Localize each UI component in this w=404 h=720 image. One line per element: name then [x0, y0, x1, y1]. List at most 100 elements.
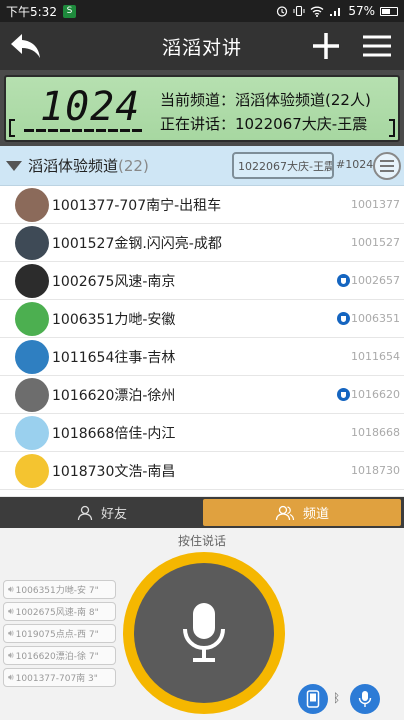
avatar	[15, 263, 49, 298]
back-arrow-icon[interactable]	[8, 30, 44, 62]
speaker-mode-button[interactable]	[298, 684, 328, 714]
shield-icon	[337, 274, 350, 287]
tab-friends[interactable]: 好友	[3, 499, 201, 526]
member-name: 1001377-707南宁-出租车	[52, 197, 222, 214]
group-icon	[275, 505, 295, 520]
voice-message-text: 1006351力哋-安 7"	[15, 586, 99, 596]
ptt-inner	[134, 563, 274, 703]
vibrate-icon	[293, 5, 305, 17]
microphone-icon	[183, 603, 225, 662]
member-row[interactable]: 1018730文浩-南昌 1018730	[0, 452, 404, 490]
battery-level	[382, 8, 390, 14]
tab-channel-label: 频道	[302, 507, 329, 522]
small-microphone-icon	[358, 691, 372, 707]
avatar	[15, 339, 49, 374]
member-id: 1002657	[351, 274, 400, 287]
bottom-tabs: 好友 频道	[0, 497, 404, 528]
sound-wave-icon: 🔊︎	[8, 584, 14, 595]
voice-message[interactable]: 🔊︎ 1001377-707南 3"	[3, 668, 116, 687]
wifi-icon	[310, 6, 324, 17]
channel-member-count: (22)	[118, 156, 149, 175]
member-row[interactable]: 1016620漂泊-徐州 1016620	[0, 376, 404, 414]
member-id: 1011654	[351, 350, 400, 363]
voice-message-text: 1002675风速-南 8"	[15, 608, 99, 618]
member-name: 1006351力哋-安徽	[52, 311, 176, 328]
mic-mode-button[interactable]	[350, 684, 380, 714]
app-notification-icon: S	[62, 4, 76, 18]
voice-message[interactable]: 🔊︎ 1016620漂泊-徐 7"	[3, 646, 116, 665]
channel-name: 滔滔体验频道	[28, 157, 119, 175]
lcd-bar	[84, 129, 94, 132]
member-id: 1001377	[351, 198, 400, 211]
sound-wave-icon: 🔊︎	[8, 628, 14, 639]
lcd-bar	[108, 129, 118, 132]
status-bar: 下午5:32 S 57%	[0, 0, 404, 22]
member-name: 1001527金钢.闪闪亮-成都	[52, 235, 222, 252]
channel-header[interactable]: 滔滔体验频道 (22) 1022067大庆-王震 #1024	[0, 146, 404, 186]
signal-icon	[330, 8, 341, 16]
channel-list-icon[interactable]	[373, 152, 401, 180]
voice-message[interactable]: 🔊︎ 1019075点点-西 7"	[3, 624, 116, 643]
member-row[interactable]: 1001377-707南宁-出租车 1001377	[0, 186, 404, 224]
lcd-display: 1024 当前频道：滔滔体验频道(22人) 正在讲话：1022067大庆-王震	[4, 75, 400, 142]
avatar	[15, 187, 49, 222]
channel-id: #1024	[336, 158, 374, 171]
status-time: 下午5:32	[6, 4, 57, 19]
lcd-bar	[72, 129, 82, 132]
sound-wave-icon: 🔊︎	[8, 650, 14, 661]
member-name: 1018730文浩-南昌	[52, 463, 176, 480]
voice-message[interactable]: 🔊︎ 1006351力哋-安 7"	[3, 580, 116, 599]
member-name: 1016620漂泊-徐州	[52, 387, 176, 404]
lcd-signal-bars	[24, 129, 142, 132]
voice-message[interactable]: 🔊︎ 1002675风速-南 8"	[3, 602, 116, 621]
battery-percent: 57%	[348, 4, 375, 18]
lcd-bar	[36, 129, 46, 132]
title-bar: 滔滔对讲	[0, 22, 404, 70]
person-icon	[77, 505, 93, 520]
tab-channel[interactable]: 频道	[203, 499, 401, 526]
lcd-bar	[96, 129, 106, 132]
bluetooth-icon: ᛒ	[333, 691, 341, 705]
voice-message-text: 1016620漂泊-徐 7"	[15, 652, 99, 662]
avatar	[15, 301, 49, 336]
member-row[interactable]: 1018668倍佳-内江 1018668	[0, 414, 404, 452]
member-id: 1018730	[351, 464, 400, 477]
member-list: 1001377-707南宁-出租车 1001377 1001527金钢.闪闪亮-…	[0, 186, 404, 496]
voice-history: 🔊︎ 1006351力哋-安 7" 🔊︎ 1002675风速-南 8" 🔊︎ 1019…	[3, 580, 116, 690]
shield-icon	[337, 388, 350, 401]
voice-message-text: 1001377-707南 3"	[15, 674, 98, 684]
member-row[interactable]: 1011654往事-吉林 1011654	[0, 338, 404, 376]
lcd-current-channel: 当前频道：滔滔体验频道(22人)	[160, 91, 371, 109]
push-to-talk-button[interactable]	[123, 552, 285, 714]
member-row[interactable]: 1001527金钢.闪闪亮-成都 1001527	[0, 224, 404, 262]
avatar	[15, 225, 49, 260]
member-row[interactable]: 1002675风速-南京 1002657	[0, 262, 404, 300]
member-name: 1002675风速-南京	[52, 273, 176, 290]
avatar	[15, 377, 49, 412]
tab-friends-label: 好友	[100, 507, 127, 522]
lcd-bar	[120, 129, 130, 132]
member-name: 1018668倍佳-内江	[52, 425, 176, 442]
menu-icon[interactable]	[362, 34, 392, 58]
lcd-channel-number: 1024	[40, 84, 141, 130]
ptt-hint: 按住说话	[177, 534, 226, 548]
lcd-bar	[24, 129, 34, 132]
ptt-area: 按住说话 🔊︎ 1006351力哋-安 7" 🔊︎ 1002675风速-南 8" 🔊…	[0, 528, 404, 720]
member-id: 1018668	[351, 426, 400, 439]
avatar	[15, 453, 49, 488]
add-icon[interactable]	[312, 32, 340, 60]
page-title: 滔滔对讲	[161, 36, 242, 59]
shield-icon	[337, 312, 350, 325]
battery-icon	[380, 6, 398, 16]
lcd-bar	[48, 129, 58, 132]
collapse-triangle-icon[interactable]	[6, 160, 22, 171]
phone-icon	[306, 690, 320, 708]
sound-wave-icon: 🔊︎	[8, 672, 14, 683]
member-name: 1011654往事-吉林	[52, 349, 176, 366]
member-id: 1016620	[351, 388, 400, 401]
lcd-bar	[132, 129, 142, 132]
sound-wave-icon: 🔊︎	[8, 606, 14, 617]
lcd-right-bracket	[389, 119, 395, 137]
member-row[interactable]: 1006351力哋-安徽 1006351	[0, 300, 404, 338]
lcd-speaking: 正在讲话：1022067大庆-王震	[160, 115, 368, 133]
